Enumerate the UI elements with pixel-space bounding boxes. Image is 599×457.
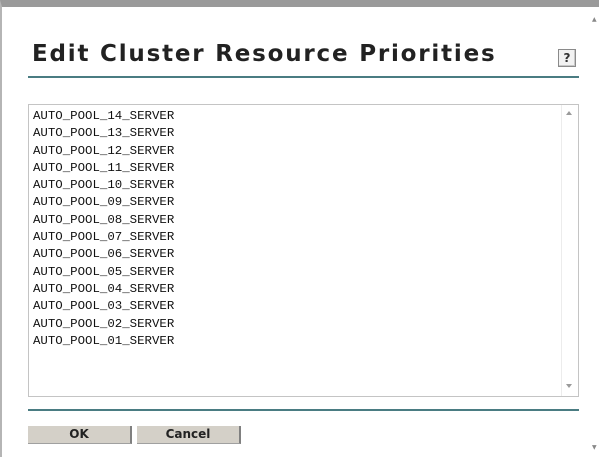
list-item[interactable]: AUTO_POOL_07_SERVER xyxy=(33,229,174,246)
list-item[interactable]: AUTO_POOL_13_SERVER xyxy=(33,125,174,142)
ok-button[interactable]: OK xyxy=(28,426,132,444)
resource-priority-list[interactable]: AUTO_POOL_14_SERVER AUTO_POOL_13_SERVER AU… xyxy=(28,104,579,397)
list-item[interactable]: AUTO_POOL_06_SERVER xyxy=(33,246,174,263)
help-icon: ? xyxy=(563,51,571,65)
title-divider xyxy=(28,76,579,78)
footer-divider xyxy=(28,409,579,411)
dialog-window: Edit Cluster Resource Priorities ? AUTO_… xyxy=(0,0,599,457)
list-item[interactable]: AUTO_POOL_04_SERVER xyxy=(33,281,174,298)
list-item[interactable]: AUTO_POOL_08_SERVER xyxy=(33,212,174,229)
page-scrollbar[interactable]: ▲ ▼ xyxy=(591,7,599,457)
list-item[interactable]: AUTO_POOL_09_SERVER xyxy=(33,194,174,211)
dialog-title: Edit Cluster Resource Priorities xyxy=(32,41,497,67)
page-scroll-up-icon[interactable]: ▲ xyxy=(592,17,597,23)
list-item[interactable]: AUTO_POOL_05_SERVER xyxy=(33,264,174,281)
list-item[interactable]: AUTO_POOL_02_SERVER xyxy=(33,316,174,333)
list-item[interactable]: AUTO_POOL_12_SERVER xyxy=(33,143,174,160)
scroll-up-arrow-icon[interactable] xyxy=(566,111,572,115)
list-item[interactable]: AUTO_POOL_03_SERVER xyxy=(33,298,174,315)
list-scrollbar[interactable] xyxy=(561,105,578,396)
list-item[interactable]: AUTO_POOL_14_SERVER xyxy=(33,108,174,125)
list-item[interactable]: AUTO_POOL_10_SERVER xyxy=(33,177,174,194)
help-button[interactable]: ? xyxy=(558,49,576,67)
cancel-button[interactable]: Cancel xyxy=(137,426,241,444)
resource-list-items: AUTO_POOL_14_SERVER AUTO_POOL_13_SERVER AU… xyxy=(33,108,174,350)
list-item[interactable]: AUTO_POOL_11_SERVER xyxy=(33,160,174,177)
page-scroll-down-icon[interactable]: ▼ xyxy=(592,445,597,451)
list-item[interactable]: AUTO_POOL_01_SERVER xyxy=(33,333,174,350)
scroll-down-arrow-icon[interactable] xyxy=(566,384,572,388)
